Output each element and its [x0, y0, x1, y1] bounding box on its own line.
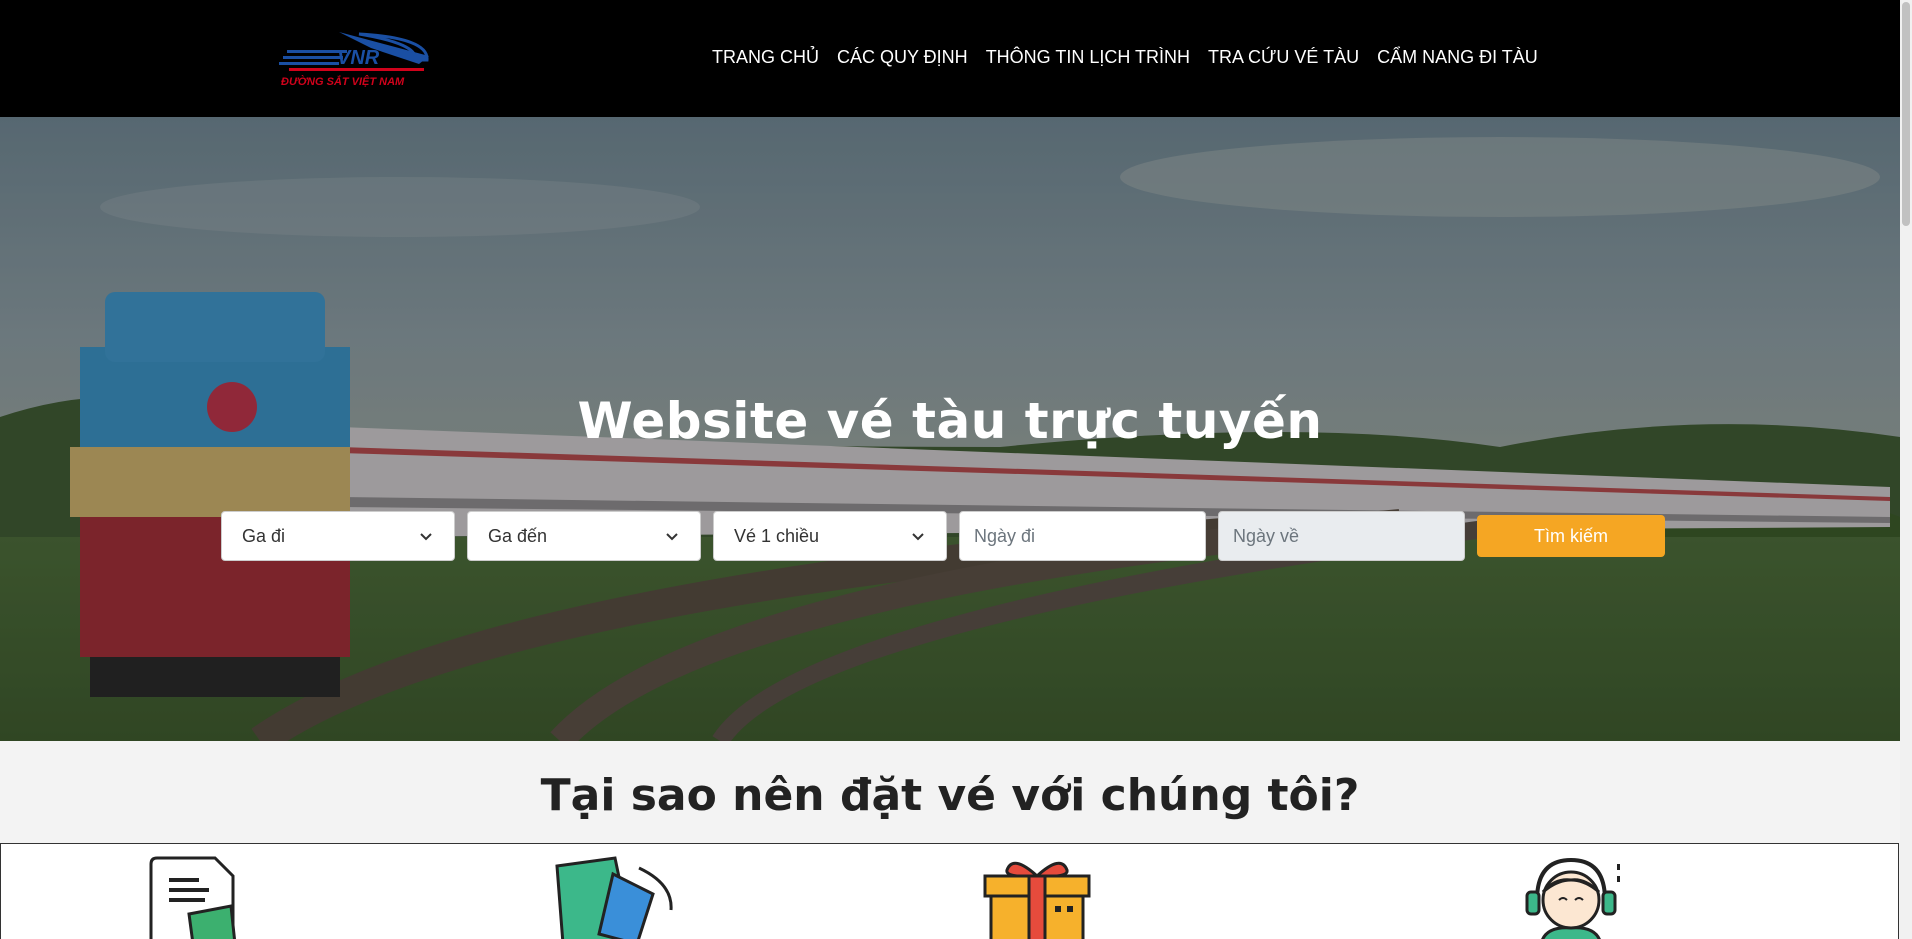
why-section-title: Tại sao nên đặt vé với chúng tôi? — [540, 770, 1360, 821]
page: VNR ĐƯỜNG SẮT VIỆT NAM TRANG CHỦ CÁC QUY… — [0, 0, 1912, 939]
vnr-logo[interactable]: VNR ĐƯỜNG SẮT VIỆT NAM — [279, 26, 431, 90]
arrival-station-value: Ga đến — [488, 525, 548, 546]
departure-station-select[interactable]: Ga đi — [221, 511, 455, 561]
features-row — [0, 843, 1899, 939]
customer-support-icon — [1525, 857, 1620, 939]
trip-type-select[interactable]: Vé 1 chiều — [713, 511, 947, 561]
nav-travel-guide[interactable]: CẨM NANG ĐI TÀU — [1377, 44, 1538, 70]
main-nav: TRANG CHỦ CÁC QUY ĐỊNH THÔNG TIN LỊCH TR… — [712, 44, 1538, 70]
trip-type-value: Vé 1 chiều — [734, 525, 820, 546]
return-date-input[interactable] — [1218, 511, 1465, 561]
logo-text: VNR — [337, 47, 380, 69]
logo-subtext: ĐƯỜNG SẮT VIỆT NAM — [281, 75, 405, 88]
ticket-search-form: Ga đi Ga đến Vé 1 chiều Tìm kiếm — [221, 511, 1665, 561]
paint-bucket-icon — [555, 856, 673, 939]
document-icon — [149, 856, 236, 939]
hero-title: Website vé tàu trực tuyến — [577, 392, 1323, 450]
hero-banner: Website vé tàu trực tuyến Ga đi Ga đến V… — [0, 117, 1900, 741]
page-scrollbar[interactable] — [1900, 0, 1912, 939]
departure-date-input[interactable] — [959, 511, 1206, 561]
nav-regulations[interactable]: CÁC QUY ĐỊNH — [837, 44, 968, 70]
departure-station-value: Ga đi — [242, 525, 286, 546]
chevron-down-icon — [420, 533, 432, 541]
search-button[interactable]: Tìm kiếm — [1477, 515, 1665, 557]
scrollbar-thumb[interactable] — [1902, 2, 1910, 226]
nav-schedule[interactable]: THÔNG TIN LỊCH TRÌNH — [986, 44, 1190, 70]
chevron-down-icon — [912, 533, 924, 541]
arrival-station-select[interactable]: Ga đến — [467, 511, 701, 561]
gift-box-icon — [983, 861, 1091, 939]
nav-ticket-lookup[interactable]: TRA CỨU VÉ TÀU — [1208, 44, 1359, 70]
nav-home[interactable]: TRANG CHỦ — [712, 44, 819, 70]
top-navbar: VNR ĐƯỜNG SẮT VIỆT NAM TRANG CHỦ CÁC QUY… — [0, 0, 1900, 117]
chevron-down-icon — [666, 533, 678, 541]
